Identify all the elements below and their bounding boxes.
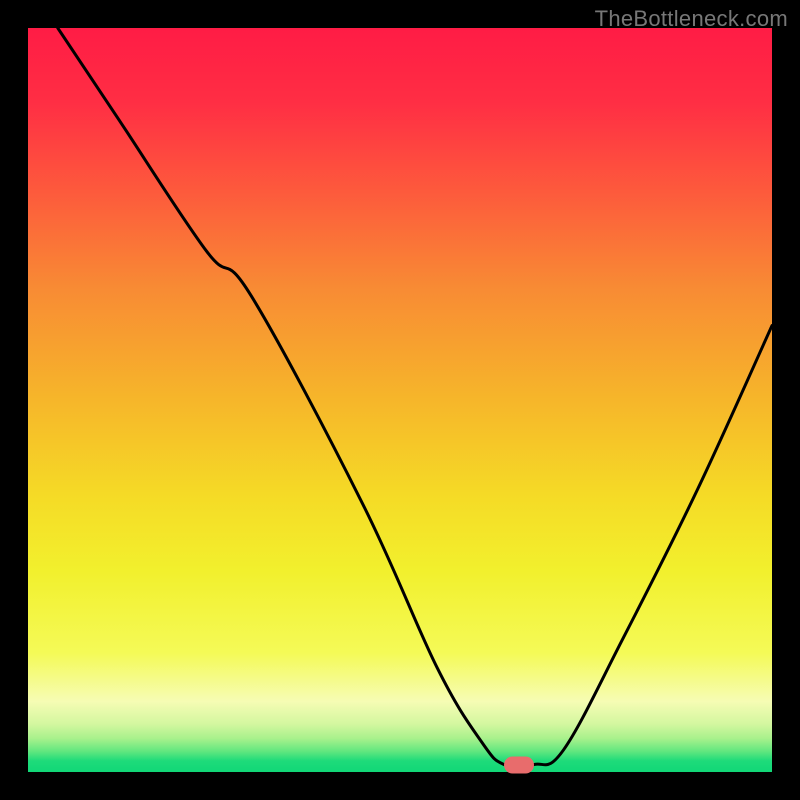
- plot-frame: [28, 28, 772, 772]
- bottleneck-curve: [28, 28, 772, 772]
- optimum-marker: [504, 756, 534, 773]
- watermark-text: TheBottleneck.com: [595, 6, 788, 32]
